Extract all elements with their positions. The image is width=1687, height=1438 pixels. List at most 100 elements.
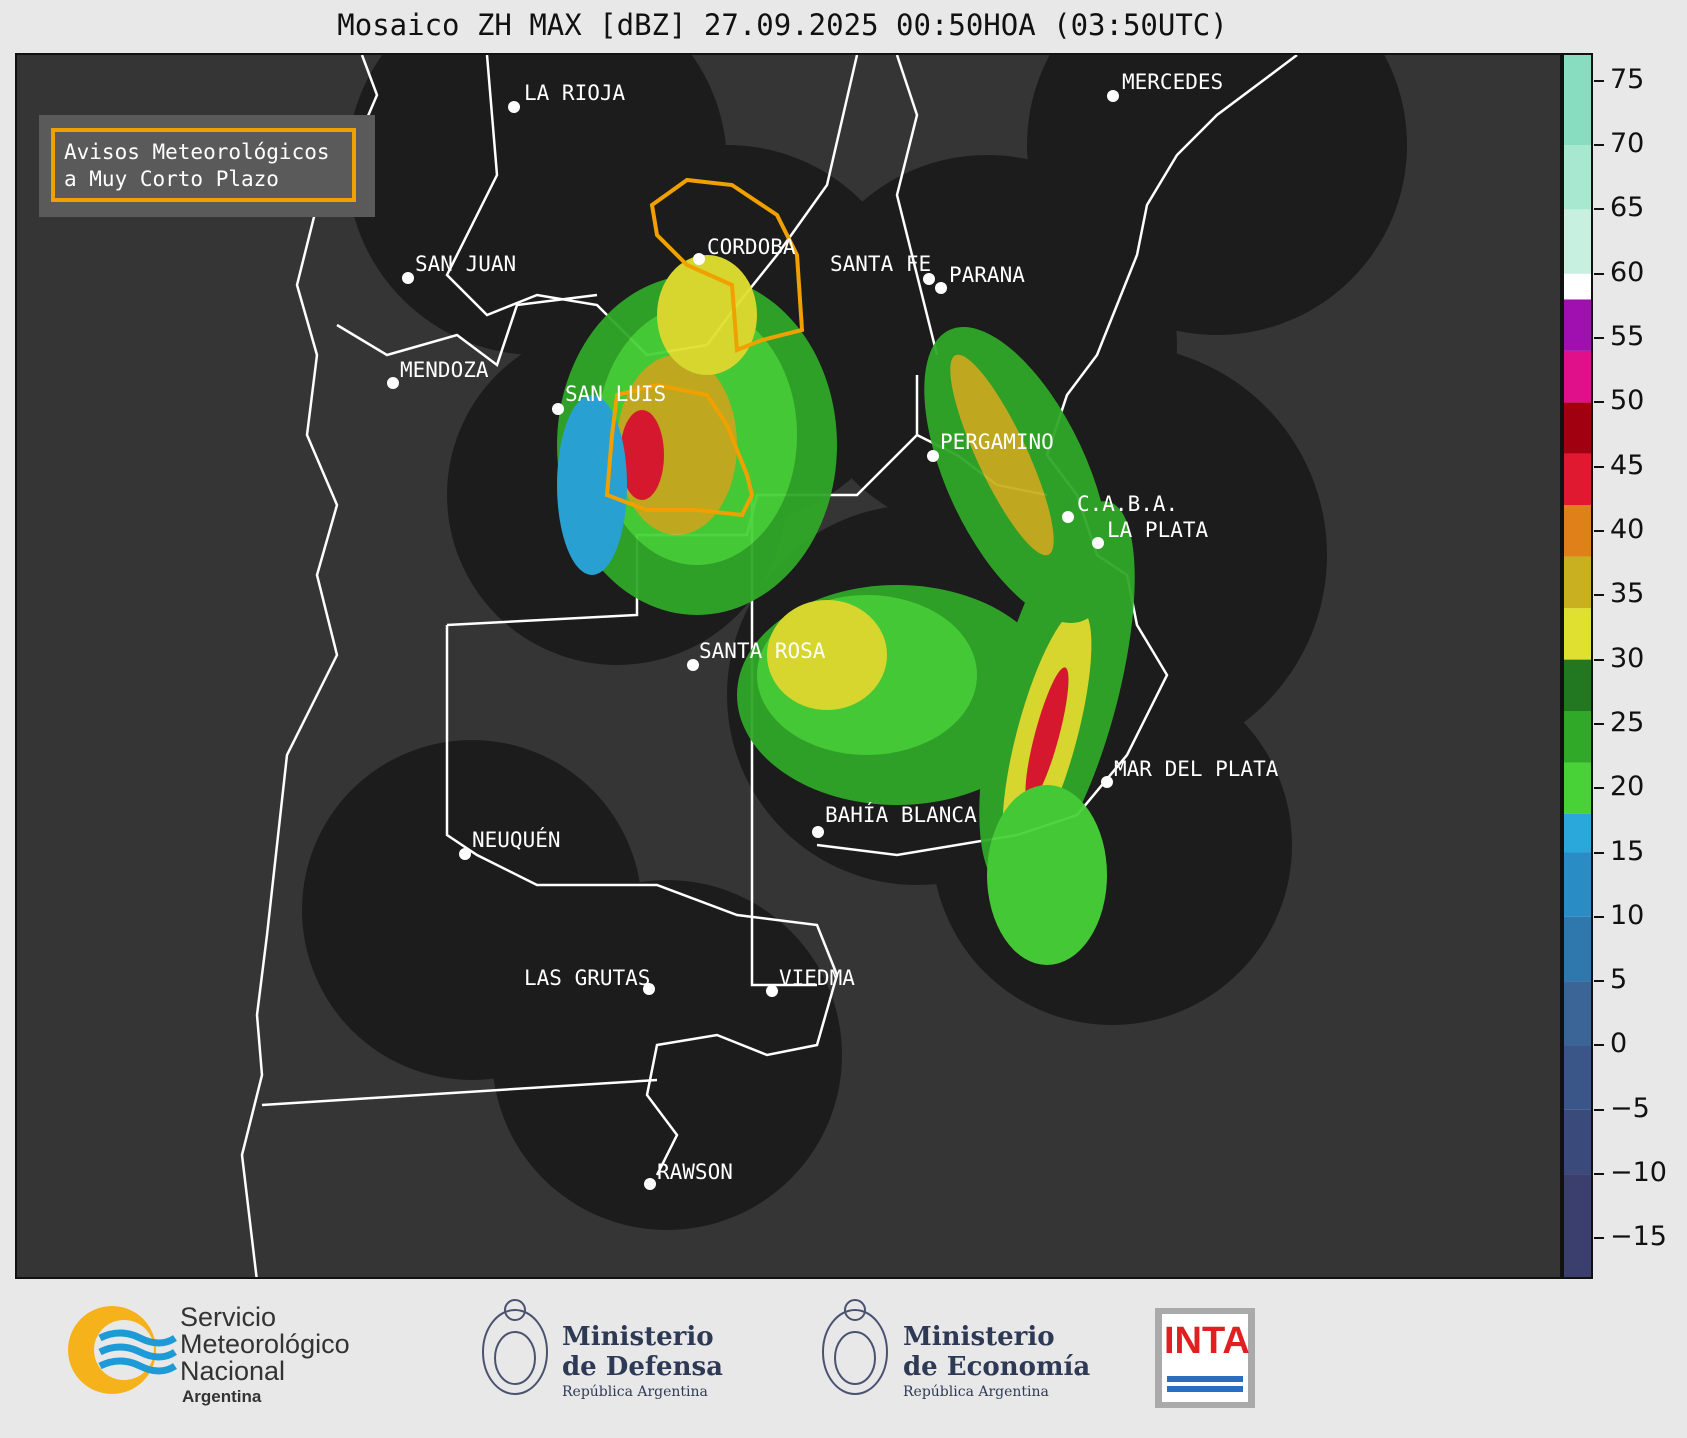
smn-logo-icon xyxy=(68,1306,177,1394)
city-marker-caba xyxy=(1062,511,1074,523)
colorbar-band xyxy=(1564,402,1591,454)
city-label-cordoba: CORDOBA xyxy=(707,235,796,259)
city-label-la-plata: LA PLATA xyxy=(1107,518,1209,542)
colorbar-tick xyxy=(1594,851,1604,854)
city-marker-san-juan xyxy=(402,272,414,284)
city-label-rawson: RAWSON xyxy=(657,1160,733,1184)
colorbar-tick-label: 45 xyxy=(1610,449,1645,481)
city-label-mendoza: MENDOZA xyxy=(400,358,489,382)
colorbar-tick xyxy=(1594,594,1604,597)
city-marker-la-rioja xyxy=(508,101,520,113)
colorbar-tick-label: 15 xyxy=(1610,835,1645,867)
colorbar-band xyxy=(1564,350,1591,403)
warning-legend: Avisos Meteorológicos a Muy Corto Plazo xyxy=(51,128,356,202)
city-marker-mendoza xyxy=(387,377,399,389)
city-label-pergamino: PERGAMINO xyxy=(940,430,1054,454)
colorbar-tick-label: 20 xyxy=(1610,771,1645,803)
colorbar-tick-label: −15 xyxy=(1610,1221,1667,1253)
city-marker-la-plata xyxy=(1092,537,1104,549)
city-label-san-juan: SAN JUAN xyxy=(415,252,517,276)
city-label-la-rioja: LA RIOJA xyxy=(524,81,626,105)
economia-seal-icon xyxy=(822,1299,888,1395)
colorbar-tick-label: 10 xyxy=(1610,899,1645,931)
colorbar-band xyxy=(1564,711,1591,763)
economia-name-line2: de Economía xyxy=(903,1352,1091,1382)
defensa-name-line2: de Defensa xyxy=(562,1352,723,1382)
colorbar-tick-label: 60 xyxy=(1610,256,1645,288)
colorbar-tick xyxy=(1594,336,1604,339)
economia-name-line3: República Argentina xyxy=(903,1384,1049,1400)
colorbar-band xyxy=(1564,1174,1591,1277)
city-marker-viedma xyxy=(766,985,778,997)
city-marker-mercedes xyxy=(1107,90,1119,102)
colorbar-tick xyxy=(1594,144,1604,147)
colorbar-band xyxy=(1564,762,1591,814)
city-marker-santa-rosa xyxy=(687,659,699,671)
colorbar-tick xyxy=(1594,980,1604,983)
colorbar-tick xyxy=(1594,658,1604,661)
colorbar-tick xyxy=(1594,401,1604,404)
colorbar-band xyxy=(1564,556,1591,609)
smn-name-line1: Servicio xyxy=(180,1302,277,1332)
city-label-santa-fe: SANTA FE xyxy=(830,252,932,276)
colorbar-tick-label: 40 xyxy=(1610,513,1645,545)
colorbar xyxy=(1562,53,1593,1279)
colorbar-tick-label: 65 xyxy=(1610,192,1645,224)
city-marker-cordoba xyxy=(693,253,705,265)
colorbar-tick-label: −10 xyxy=(1610,1157,1667,1189)
city-label-bahia-blanca: BAHÍA BLANCA xyxy=(825,803,977,827)
city-marker-rawson xyxy=(644,1178,656,1190)
city-label-mar-del-plata: MAR DEL PLATA xyxy=(1114,757,1279,781)
city-label-san-luis: SAN LUIS xyxy=(565,382,667,406)
colorbar-band xyxy=(1564,981,1591,1046)
colorbar-tick xyxy=(1594,1173,1604,1176)
colorbar-tick-label: 25 xyxy=(1610,706,1645,738)
colorbar-tick xyxy=(1594,1108,1604,1111)
smn-name-line3: Nacional xyxy=(180,1356,286,1386)
defensa-name-line1: Ministerio xyxy=(562,1322,714,1352)
colorbar-tick-label: −5 xyxy=(1610,1092,1650,1124)
colorbar-band xyxy=(1564,55,1591,146)
colorbar-tick xyxy=(1594,208,1604,211)
city-marker-san-luis xyxy=(552,403,564,415)
warning-legend-line2: a Muy Corto Plazo xyxy=(64,167,279,191)
defensa-seal-icon xyxy=(482,1299,548,1395)
city-marker-parana xyxy=(935,282,947,294)
colorbar-tick xyxy=(1594,1044,1604,1047)
colorbar-tick-label: 50 xyxy=(1610,385,1645,417)
colorbar-tick xyxy=(1594,1237,1604,1240)
city-marker-bahia-blanca xyxy=(812,826,824,838)
colorbar-tick xyxy=(1594,465,1604,468)
colorbar-gradient xyxy=(1564,55,1591,1277)
colorbar-tick-label: 75 xyxy=(1610,63,1645,95)
colorbar-tick-label: 70 xyxy=(1610,128,1645,160)
defensa-name-line3: República Argentina xyxy=(562,1384,708,1400)
smn-name-country: Argentina xyxy=(182,1387,262,1406)
colorbar-band xyxy=(1564,505,1591,557)
city-label-caba: C.A.B.A. xyxy=(1077,492,1179,516)
colorbar-band xyxy=(1564,209,1591,274)
colorbar-tick xyxy=(1594,787,1604,790)
colorbar-tick xyxy=(1594,915,1604,918)
city-marker-mar-del-plata xyxy=(1101,776,1113,788)
colorbar-tick xyxy=(1594,529,1604,532)
radar-map[interactable]: Avisos Meteorológicos a Muy Corto Plazo … xyxy=(15,53,1562,1279)
colorbar-band xyxy=(1564,852,1591,917)
colorbar-band xyxy=(1564,659,1591,712)
colorbar-band xyxy=(1564,299,1591,351)
warning-legend-line1: Avisos Meteorológicos xyxy=(64,140,330,164)
city-label-viedma: VIEDMA xyxy=(779,966,855,990)
city-label-las-grutas: LAS GRUTAS xyxy=(524,966,651,990)
city-marker-neuquen xyxy=(459,848,471,860)
footer-logos: Servicio Meteorológico Nacional Argentin… xyxy=(0,1280,1687,1438)
city-label-neuquen: NEUQUÉN xyxy=(472,828,561,852)
colorbar-tick-label: 0 xyxy=(1610,1028,1628,1060)
city-label-santa-rosa: SANTA ROSA xyxy=(699,639,826,663)
colorbar-band xyxy=(1564,453,1591,506)
economia-name-line1: Ministerio xyxy=(903,1322,1055,1352)
colorbar-band xyxy=(1564,813,1591,853)
colorbar-band xyxy=(1564,1109,1591,1175)
colorbar-tick xyxy=(1594,272,1604,275)
colorbar-tick-label: 5 xyxy=(1610,964,1628,996)
map-title: Mosaico ZH MAX [dBZ] 27.09.2025 00:50HOA… xyxy=(337,8,1228,42)
